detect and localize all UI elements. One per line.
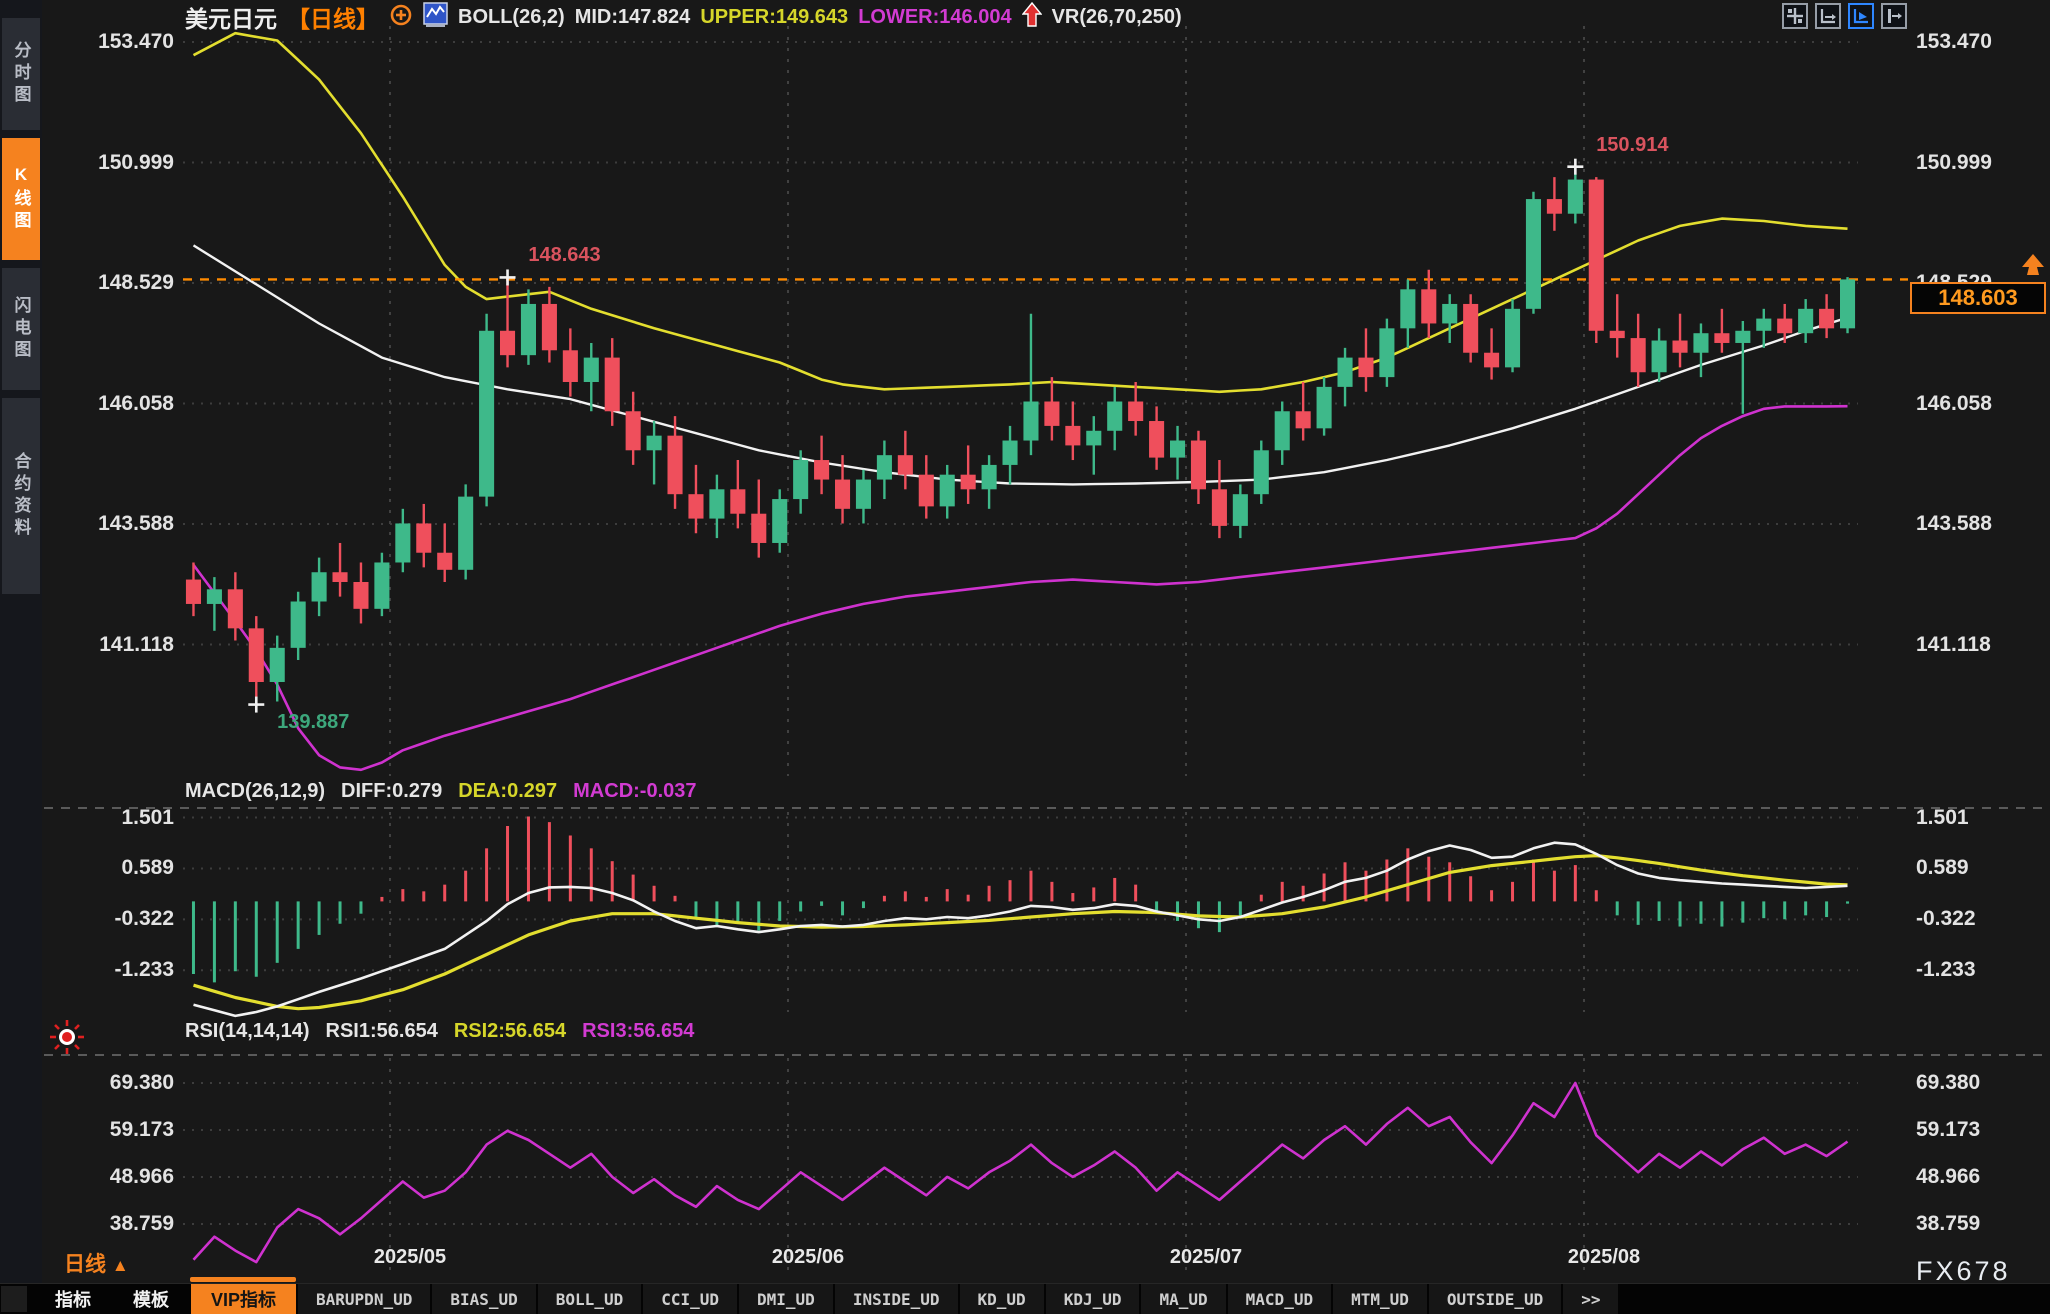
tab-vip指标[interactable]: VIP指标	[191, 1284, 296, 1314]
chart-header: 美元日元 【日线】 BOLL(26,2) MID:147.824 UPPER:1…	[185, 2, 1182, 32]
extreme-price-marker	[248, 697, 264, 713]
macd-value: MACD:-0.037	[573, 780, 696, 803]
boll-lower-value: LOWER:146.004	[858, 6, 1011, 29]
tab-boll-ud[interactable]: BOLL_UD	[538, 1284, 641, 1314]
sidebar-item-0[interactable]: 分时图	[2, 18, 40, 130]
period-selector[interactable]: 日线 ▲	[64, 1248, 129, 1278]
tab-macd-ud[interactable]: MACD_UD	[1228, 1284, 1331, 1314]
period-tag: 【日线】	[287, 0, 379, 34]
tab-模板[interactable]: 模板	[113, 1284, 189, 1314]
tab-kd-ud[interactable]: KD_UD	[960, 1284, 1044, 1314]
axis-scale-button[interactable]	[1815, 3, 1841, 29]
price-direction-arrow-icon	[2020, 253, 2046, 282]
tab-outside-ud[interactable]: OUTSIDE_UD	[1429, 1284, 1561, 1314]
current-price-tag: 148.603	[1910, 282, 2046, 314]
rsi3-value: RSI3:56.654	[582, 1020, 694, 1043]
price-gridlines	[183, 42, 1858, 645]
period-arrow-icon: ▲	[112, 1256, 129, 1275]
tab-cci-ud[interactable]: CCI_UD	[643, 1284, 737, 1314]
chart-style-icon[interactable]	[423, 2, 448, 33]
axis-shift-button[interactable]	[1881, 3, 1907, 29]
rsi-header: RSI(14,14,14) RSI1:56.654 RSI2:56.654 RS…	[185, 1020, 694, 1043]
sidebar-item-2[interactable]: 闪电图	[2, 268, 40, 390]
boll-mid-value: MID:147.824	[575, 6, 691, 29]
boll-settings-label: BOLL(26,2)	[458, 6, 565, 29]
left-sidebar: 分时图 K线图闪电图合约资料	[0, 0, 42, 1284]
macd-series	[193, 816, 1847, 1015]
bollinger-bands	[194, 33, 1848, 770]
macd-settings-label: MACD(26,12,9)	[185, 780, 325, 803]
auto-scale-button[interactable]	[1848, 3, 1874, 29]
add-indicator-icon[interactable]	[389, 3, 413, 32]
tab--[interactable]: >>	[1563, 1284, 1618, 1314]
extreme-price-marker	[1567, 159, 1583, 175]
boll-upper-value: UPPER:149.643	[700, 6, 848, 29]
macd-diff-value: DIFF:0.279	[341, 780, 442, 803]
tabbar-corner-button[interactable]	[1, 1286, 27, 1312]
macd-dea-value: DEA:0.297	[458, 780, 557, 803]
rsi2-value: RSI2:56.654	[454, 1020, 566, 1043]
live-status-icon	[48, 1018, 86, 1061]
chart-toolbar	[1782, 3, 1907, 29]
period-label: 日线	[64, 1253, 106, 1276]
sidebar-item-3[interactable]: 合约资料	[2, 398, 40, 594]
tab-ma-ud[interactable]: MA_UD	[1141, 1284, 1225, 1314]
tab-barupdn-ud[interactable]: BARUPDN_UD	[298, 1284, 430, 1314]
rsi-line	[194, 1083, 1848, 1262]
candlestick-series	[186, 167, 1855, 705]
vr-settings-label: VR(26,70,250)	[1052, 6, 1182, 29]
tab-kdj-ud[interactable]: KDJ_UD	[1046, 1284, 1140, 1314]
horizontal-scrollbar-thumb[interactable]	[190, 1277, 296, 1282]
rsi-settings-label: RSI(14,14,14)	[185, 1020, 310, 1043]
rsi1-value: RSI1:56.654	[326, 1020, 438, 1043]
time-gridlines	[390, 26, 1584, 1272]
sidebar-item-1[interactable]: K线图	[2, 138, 40, 260]
price-up-arrow-icon	[1022, 2, 1042, 33]
trading-chart-app: 分时图 K线图闪电图合约资料 美元日元 【日线】 BOLL(26,2) MID:1…	[0, 0, 2050, 1314]
chart-canvas[interactable]	[0, 0, 2050, 1314]
macd-header: MACD(26,12,9) DIFF:0.279 DEA:0.297 MACD:…	[185, 780, 697, 803]
tab-inside-ud[interactable]: INSIDE_UD	[835, 1284, 958, 1314]
tab-指标[interactable]: 指标	[35, 1284, 111, 1314]
tab-bias-ud[interactable]: BIAS_UD	[432, 1284, 535, 1314]
watermark: FX678	[1916, 1256, 2011, 1287]
symbol-title: 美元日元	[185, 0, 277, 34]
tab-mtm-ud[interactable]: MTM_UD	[1333, 1284, 1427, 1314]
indicator-tab-bar: 指标模板VIP指标BARUPDN_UDBIAS_UDBOLL_UDCCI_UDD…	[0, 1283, 2050, 1314]
extreme-price-marker	[500, 269, 516, 285]
pan-mode-button[interactable]	[1782, 3, 1808, 29]
tab-dmi-ud[interactable]: DMI_UD	[739, 1284, 833, 1314]
